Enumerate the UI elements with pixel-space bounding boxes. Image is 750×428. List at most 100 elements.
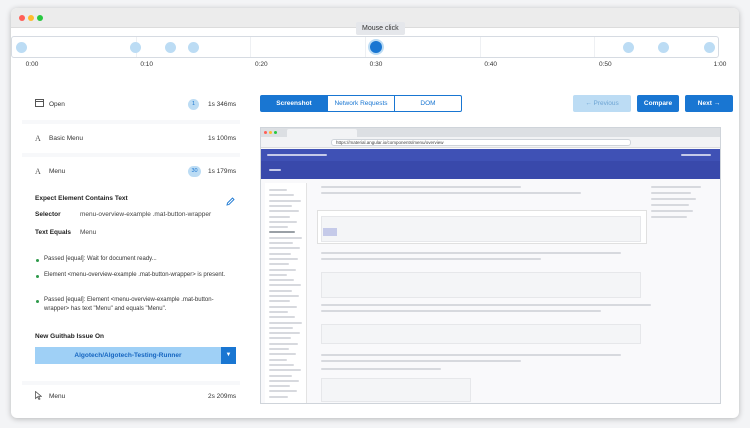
timeline-gridline [594, 37, 596, 57]
text-icon: A [35, 134, 41, 143]
github-repo-button[interactable]: Algotech/Algotech-Testing-Runner [35, 347, 221, 364]
step-duration: 1s 100ms [208, 135, 237, 142]
step-duration: 2s 209ms [208, 393, 237, 400]
preview-sidebar-line [269, 220, 297, 223]
chevron-down-icon[interactable]: ▼ [221, 347, 236, 364]
success-dot [36, 259, 39, 262]
github-issue-title: New Guithab Issue On [35, 333, 104, 340]
preview-sidebar-line [269, 300, 290, 303]
log-entry: Passed [equal]: Wait for document ready.… [44, 256, 157, 262]
next-label: Next [697, 100, 712, 107]
preview-text-line [321, 304, 651, 306]
text-icon: A [35, 167, 41, 176]
screenshot-preview: https://material.angular.io/components/m… [260, 127, 721, 404]
preview-menu-button [323, 228, 337, 236]
timeline-gridline [365, 37, 366, 57]
preview-sidebar-line [269, 374, 292, 377]
previous-button[interactable]: ← Previous [573, 95, 631, 112]
preview-sidebar-line [269, 289, 292, 292]
preview-sidebar-line [269, 353, 296, 356]
minimize-window-button[interactable] [28, 15, 34, 21]
preview-sidebar-line [269, 236, 302, 239]
preview-sidebar-line [269, 210, 299, 213]
tab-screenshot[interactable]: Screenshot [260, 95, 328, 112]
step-basic-menu[interactable]: A Basic Menu 1s 100ms [22, 124, 240, 153]
preview-material-toolbar [261, 149, 720, 161]
event-tooltip: Mouse click [356, 22, 405, 35]
preview-sidebar-line [269, 316, 295, 319]
next-button[interactable]: Next → [685, 95, 733, 112]
preview-text-line [651, 198, 696, 200]
preview-sidebar-line [269, 257, 298, 260]
timeline-marker[interactable] [703, 42, 715, 53]
close-window-button[interactable] [19, 15, 25, 21]
preview-text-line [321, 368, 441, 370]
preview-sidebar-line [269, 268, 296, 271]
preview-sidebar-line [269, 369, 301, 372]
step-open[interactable]: Open 1 1s 346ms [22, 88, 240, 120]
preview-sidebar-line [269, 337, 291, 340]
step-label: Menu [49, 393, 66, 400]
timeline-tick-label: 0:30 [369, 61, 383, 68]
preview-sidebar-line [269, 226, 288, 229]
text-equals-label: Text Equals [35, 229, 72, 236]
step-badge: 30 [188, 166, 201, 177]
log-entry: Passed [equal]: Element <menu-overview-e… [44, 297, 214, 312]
timeline-tick-label: 0:50 [599, 61, 612, 68]
preview-sidebar-line [269, 279, 294, 282]
timeline-tick-label: 0:00 [25, 61, 39, 68]
step-label: Open [49, 101, 65, 108]
steps-panel: Open 1 1s 346ms A Basic Menu 1s 100ms A … [22, 88, 240, 404]
step-label: Basic Menu [49, 135, 83, 142]
arrow-right-icon: → [713, 100, 721, 107]
preview-text-line [651, 186, 701, 188]
timeline-gridline [479, 37, 481, 57]
preview-sidebar-line [269, 363, 294, 366]
preview-sidebar-line [269, 194, 294, 197]
step-menu-expanded[interactable]: A Menu 30 1s 179ms Expect Element Contai… [22, 157, 240, 381]
preview-text-line [321, 186, 521, 188]
preview-sidebar-line [269, 284, 301, 287]
tab-network-requests[interactable]: Network Requests [328, 95, 395, 112]
expect-title: Expect Element Contains Text [35, 195, 128, 202]
step-label: Menu [49, 168, 66, 175]
timeline-tick-label: 0:20 [255, 61, 268, 68]
timeline-marker[interactable] [15, 42, 27, 53]
tab-dom[interactable]: DOM [395, 95, 462, 112]
preview-sidebar [265, 183, 307, 403]
timeline-marker-active[interactable] [370, 41, 383, 53]
timeline-marker[interactable] [657, 42, 669, 53]
maximize-window-button[interactable] [37, 15, 43, 21]
selector-label: Selector [35, 211, 61, 218]
preview-sidebar-line [269, 379, 299, 382]
preview-sidebar-line [269, 332, 300, 335]
preview-sidebar-line [269, 348, 289, 350]
preview-sidebar-line [269, 252, 291, 255]
preview-text-line [321, 360, 521, 362]
previous-label: Previous [593, 100, 619, 107]
timeline-marker[interactable] [187, 42, 199, 53]
step-menu-click[interactable]: Menu 2s 209ms [22, 385, 240, 404]
preview-text-line [321, 354, 621, 356]
timeline-marker[interactable] [623, 42, 635, 53]
step-badge: 1 [188, 99, 199, 110]
preview-sidebar-line [269, 321, 302, 324]
compare-button[interactable]: Compare [637, 95, 679, 112]
timeline-marker[interactable] [130, 42, 142, 53]
preview-sidebar-line [269, 242, 293, 244]
preview-sidebar-line [269, 326, 293, 329]
preview-sidebar-line [269, 204, 292, 207]
timeline-track[interactable] [11, 36, 719, 58]
preview-text-line [321, 252, 621, 254]
preview-sidebar-line [269, 390, 297, 393]
edit-icon[interactable] [226, 193, 235, 211]
preview-sidebar-line [269, 273, 287, 276]
preview-text-line [651, 192, 691, 194]
timeline-marker[interactable] [164, 42, 176, 53]
preview-sidebar-line [269, 215, 290, 218]
preview-sidebar-line [269, 231, 295, 234]
preview-sidebar-line [269, 263, 289, 266]
preview-sidebar-line [269, 395, 288, 398]
preview-sidebar-line [269, 189, 287, 191]
preview-code-block [321, 378, 471, 402]
